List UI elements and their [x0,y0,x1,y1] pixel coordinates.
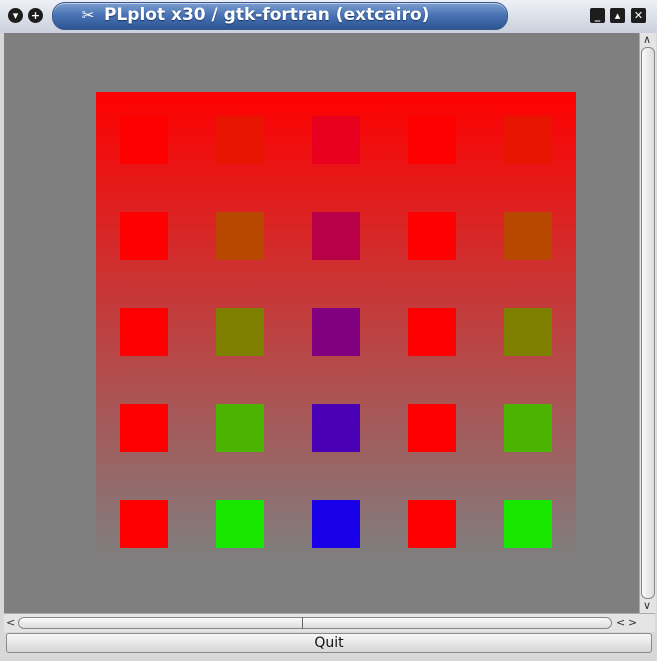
color-square [216,404,264,452]
color-square [312,212,360,260]
color-square [312,500,360,548]
color-square [504,404,552,452]
color-square [216,212,264,260]
color-square [120,212,168,260]
pin-icon[interactable]: + [28,8,43,23]
color-square [120,308,168,356]
maximize-icon[interactable]: ▴ [610,8,625,23]
color-square [408,500,456,548]
app-icon: ✂ [81,6,95,24]
horizontal-scroll-thumb[interactable] [18,617,612,629]
color-square [504,308,552,356]
plot-canvas [4,33,639,613]
horizontal-scrollbar[interactable]: < < > [4,613,655,632]
color-square [120,500,168,548]
color-square [216,308,264,356]
title-bar: ▾ + ✂ PLplot x30 / gtk-fortran (extcairo… [0,0,657,33]
plot-gradient-box [96,92,576,561]
color-square [120,404,168,452]
color-square [408,404,456,452]
quit-button[interactable]: Quit [6,633,652,653]
color-square [312,404,360,452]
scroll-down-icon[interactable]: ∨ [643,600,651,612]
vertical-scrollbar[interactable]: ∧ ∨ [639,33,656,613]
window-menu-icon[interactable]: ▾ [8,8,23,23]
color-square [408,308,456,356]
color-square [408,116,456,164]
close-icon[interactable]: ✕ [631,8,646,23]
color-square [312,308,360,356]
color-square [216,116,264,164]
color-square [504,212,552,260]
scroll-grip [302,617,303,629]
color-square [408,212,456,260]
color-square [504,116,552,164]
color-square [216,500,264,548]
scroll-up-icon[interactable]: ∧ [643,34,651,46]
window-title: PLplot x30 / gtk-fortran (extcairo) [104,5,430,25]
scroll-left-icon[interactable]: < [6,617,15,629]
scroll-right-icon-2[interactable]: > [628,617,637,629]
scroll-right-icon[interactable]: < [616,617,625,629]
color-square [312,116,360,164]
vertical-scroll-thumb[interactable] [641,47,655,599]
minimize-icon[interactable]: _ [590,8,605,23]
color-square [504,500,552,548]
color-square [120,116,168,164]
